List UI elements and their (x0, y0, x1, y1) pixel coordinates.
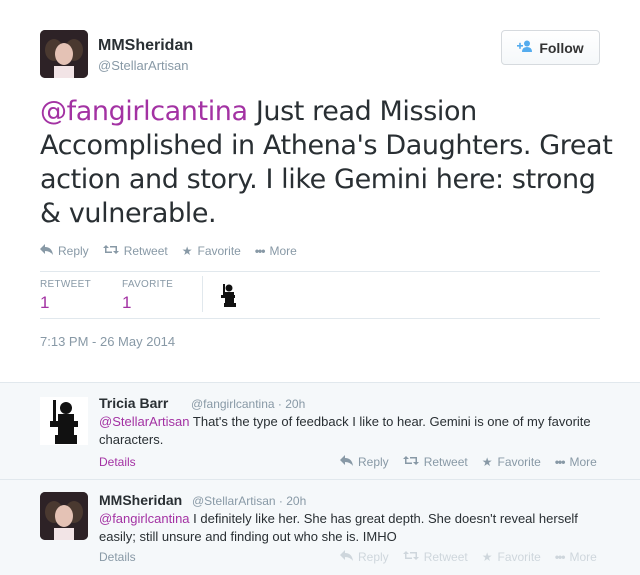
more-action[interactable]: ••• More (555, 455, 597, 469)
favorite-label: Favorite (497, 550, 541, 564)
reply-author-handle: @fangirlcantina · 20h (191, 397, 305, 411)
reply-text: @fangirlcantina I definitely like her. S… (99, 510, 609, 546)
reply-author-handle: @StellarArtisan · 20h (192, 494, 306, 508)
favorite-star-icon: ★ (481, 455, 493, 469)
reply-actions: Reply Retweet ★ Favorite ••• More (340, 550, 597, 564)
reply-text: @StellarArtisan That's the type of feedb… (99, 413, 609, 449)
retweet-label: Retweet (123, 244, 168, 258)
favorite-label: Favorite (197, 244, 241, 258)
silhouette-icon (221, 284, 236, 307)
tweet-timestamp[interactable]: 7:13 PM - 26 May 2014 (40, 334, 175, 349)
reply-icon (340, 550, 353, 564)
reply-time[interactable]: · 20h (278, 397, 305, 411)
retweet-icon (402, 455, 419, 469)
divider (40, 318, 600, 319)
follow-button[interactable]: Follow (501, 30, 600, 65)
author-name[interactable]: MMSheridan (98, 37, 193, 55)
tweet-mention-link[interactable]: @fangirlcantina (40, 96, 248, 127)
favorite-stat-label: FAVORITE (122, 279, 174, 290)
reply-label: Reply (358, 455, 389, 469)
favorite-count[interactable]: 1 (122, 293, 131, 313)
favorite-star-icon: ★ (181, 244, 193, 258)
favoriter-avatar[interactable] (216, 283, 240, 307)
more-label: More (569, 550, 597, 564)
more-dots-icon: ••• (554, 455, 566, 469)
reply-action[interactable]: Reply (340, 550, 389, 564)
stats-separator (202, 276, 203, 312)
reply-mention-link[interactable]: @fangirlcantina (99, 511, 190, 526)
more-label: More (569, 455, 597, 469)
author-avatar[interactable] (40, 30, 88, 78)
reply-icon (340, 455, 353, 469)
reply-avatar[interactable] (40, 397, 88, 445)
tweet-text: @fangirlcantina Just read Mission Accomp… (40, 95, 620, 231)
more-action[interactable]: ••• More (255, 244, 297, 258)
reply-tweet[interactable]: MMSheridan @StellarArtisan · 20h @fangir… (0, 480, 640, 575)
tweet-actions: Reply Retweet ★ Favorite ••• More (40, 244, 297, 258)
reply-label: Reply (58, 244, 89, 258)
details-link[interactable]: Details (99, 550, 136, 564)
reply-handle[interactable]: @StellarArtisan (192, 494, 276, 508)
silhouette-icon (50, 400, 78, 444)
retweet-action[interactable]: Retweet (402, 455, 468, 469)
author-handle[interactable]: @StellarArtisan (98, 58, 189, 73)
reply-mention-link[interactable]: @StellarArtisan (99, 414, 190, 429)
reply-action[interactable]: Reply (340, 455, 389, 469)
retweet-label: Retweet (423, 550, 468, 564)
retweet-action[interactable]: Retweet (102, 244, 168, 258)
favorite-label: Favorite (497, 455, 541, 469)
reply-time[interactable]: · 20h (279, 494, 306, 508)
follow-label: Follow (539, 39, 584, 56)
favorite-action[interactable]: ★ Favorite (182, 244, 241, 258)
retweet-icon (102, 244, 119, 258)
retweet-label: Retweet (423, 455, 468, 469)
reply-author-name[interactable]: MMSheridan (99, 492, 182, 508)
reply-icon (40, 244, 53, 258)
more-action[interactable]: ••• More (555, 550, 597, 564)
retweet-count[interactable]: 1 (40, 293, 49, 313)
retweet-action[interactable]: Retweet (402, 550, 468, 564)
tweet-detail: MMSheridan @StellarArtisan Follow @fangi… (0, 0, 640, 382)
more-dots-icon: ••• (554, 550, 566, 564)
follow-person-plus-icon (517, 40, 533, 55)
favorite-action[interactable]: ★ Favorite (482, 455, 541, 469)
divider (40, 271, 600, 272)
reply-action[interactable]: Reply (40, 244, 89, 258)
reply-tweet[interactable]: Tricia Barr @fangirlcantina · 20h @Stell… (0, 383, 640, 479)
replies-section: Tricia Barr @fangirlcantina · 20h @Stell… (0, 382, 640, 575)
retweet-stat-label: RETWEET (40, 279, 91, 290)
reply-label: Reply (358, 550, 389, 564)
reply-actions: Reply Retweet ★ Favorite ••• More (340, 455, 597, 469)
favorite-star-icon: ★ (481, 550, 493, 564)
retweet-icon (402, 550, 419, 564)
more-dots-icon: ••• (254, 244, 266, 258)
reply-author-name[interactable]: Tricia Barr (99, 395, 168, 411)
reply-handle[interactable]: @fangirlcantina (191, 397, 275, 411)
favorite-action[interactable]: ★ Favorite (482, 550, 541, 564)
reply-avatar[interactable] (40, 492, 88, 540)
details-link[interactable]: Details (99, 455, 136, 469)
more-label: More (269, 244, 297, 258)
